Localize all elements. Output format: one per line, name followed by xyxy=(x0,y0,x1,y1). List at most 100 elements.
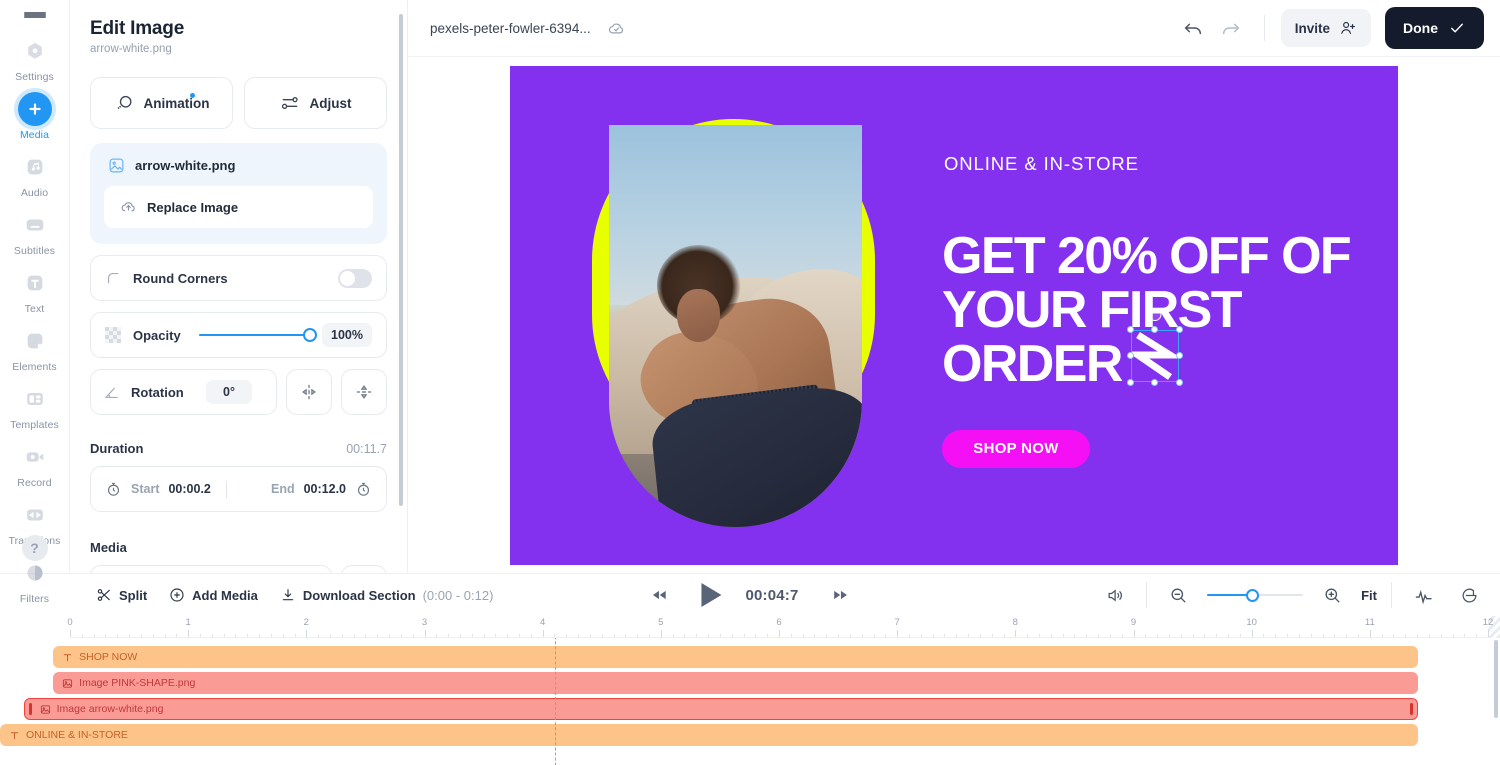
zoom-in-button[interactable] xyxy=(1315,578,1349,612)
ruler-label: 9 xyxy=(1130,617,1137,628)
waveform-button[interactable] xyxy=(1406,578,1440,612)
opacity-slider-knob[interactable] xyxy=(303,328,318,342)
duration-range-box: Start 00:00.2 End 00:12.0 xyxy=(90,466,387,512)
playhead[interactable] xyxy=(555,638,557,765)
animation-button[interactable]: Animation xyxy=(90,77,233,129)
ruler-minor-tick xyxy=(519,633,521,637)
ruler-minor-tick xyxy=(247,633,249,637)
play-button[interactable] xyxy=(701,583,722,607)
transitions-icon xyxy=(18,498,52,532)
timer-end-icon xyxy=(357,482,370,496)
ruler-minor-tick xyxy=(908,633,910,637)
rotation-value[interactable]: 0° xyxy=(206,380,252,404)
adjust-button[interactable]: Adjust xyxy=(244,77,387,129)
opacity-slider[interactable] xyxy=(198,328,318,342)
sidebar-item-settings[interactable]: Settings xyxy=(0,34,70,83)
done-button[interactable]: Done xyxy=(1385,7,1484,49)
resize-handle-s[interactable] xyxy=(1151,379,1158,386)
zoom-out-button[interactable] xyxy=(1161,578,1195,612)
skip-back-button[interactable] xyxy=(643,578,677,612)
opacity-value[interactable]: 100% xyxy=(322,323,372,347)
clip-handle-right[interactable] xyxy=(1409,703,1413,715)
rotate-handle[interactable] xyxy=(1148,308,1162,321)
timeline-clip[interactable]: SHOP NOW xyxy=(53,646,1418,668)
ruler-minor-tick xyxy=(270,633,272,637)
add-media-button[interactable]: Add Media xyxy=(169,587,258,603)
timeline-ruler[interactable]: 0 1 2 3 4 5 6 7 8 9 10 11 12 xyxy=(67,616,1500,638)
ruler-minor-tick xyxy=(1393,633,1395,637)
ruler-minor-tick xyxy=(1086,633,1088,637)
download-section-button[interactable]: Download Section (0:00 - 0:12) xyxy=(280,587,493,603)
ruler-minor-tick xyxy=(755,633,757,637)
mode-buttons: Animation Adjust xyxy=(90,77,387,129)
sidebar-item-record[interactable]: Record xyxy=(0,440,70,489)
end-value[interactable]: 00:12.0 xyxy=(304,482,346,496)
timeline-tracks[interactable]: SHOP NOW Image PINK-SHAPE.png Image arrow-… xyxy=(0,638,1500,765)
flip-horizontal-button[interactable] xyxy=(286,369,332,415)
ruler-minor-tick xyxy=(1145,633,1147,637)
split-button[interactable]: Split xyxy=(96,587,147,603)
sidebar-item-media[interactable]: Media xyxy=(0,92,70,141)
media-filename: arrow-white.png xyxy=(135,158,236,173)
ruler-minor-tick xyxy=(613,633,615,637)
start-value[interactable]: 00:00.2 xyxy=(168,482,210,496)
model-photo[interactable] xyxy=(609,124,862,527)
invite-button[interactable]: Invite xyxy=(1280,9,1371,47)
resize-handle-n[interactable] xyxy=(1151,326,1158,333)
clip-label: Image arrow-white.png xyxy=(56,703,164,715)
kicker-text[interactable]: ONLINE & IN-STORE xyxy=(944,153,1139,175)
timeline-scrollbar[interactable] xyxy=(1494,640,1498,718)
artboard[interactable]: ONLINE & IN-STORE GET 20% OFF OF YOUR FI… xyxy=(510,65,1398,565)
zoom-slider[interactable] xyxy=(1207,588,1304,602)
skip-forward-button[interactable] xyxy=(823,578,857,612)
sidebar-item-audio[interactable]: Audio xyxy=(0,150,70,199)
upload-cloud-icon xyxy=(121,201,135,212)
ruler-minor-tick xyxy=(1428,633,1430,637)
ruler-minor-tick xyxy=(1346,633,1348,637)
canvas-stage[interactable]: ONLINE & IN-STORE GET 20% OFF OF YOUR FI… xyxy=(408,57,1500,573)
resize-handle-w[interactable] xyxy=(1127,352,1134,359)
resize-handle-sw[interactable] xyxy=(1127,379,1134,386)
timeline-clip[interactable]: ONLINE & IN-STORE xyxy=(0,724,1418,746)
media-filename-row: arrow-white.png xyxy=(104,157,373,174)
resize-handle-nw[interactable] xyxy=(1127,326,1134,333)
comment-button[interactable] xyxy=(1452,578,1486,612)
flip-vertical-button[interactable] xyxy=(341,369,387,415)
sidebar-item-elements[interactable]: Elements xyxy=(0,324,70,373)
cloud-check-icon xyxy=(607,19,626,38)
panel-scrollbar[interactable] xyxy=(399,14,403,506)
round-corners-toggle[interactable] xyxy=(338,268,372,288)
timeline-clip[interactable]: Image arrow-white.png xyxy=(23,698,1418,720)
ruler-minor-tick xyxy=(117,633,119,637)
animation-badge-dot xyxy=(190,93,195,98)
selection-overlay xyxy=(1127,308,1183,386)
round-corners-row[interactable]: Round Corners xyxy=(90,255,387,301)
resize-handle-ne[interactable] xyxy=(1176,326,1183,333)
sidebar-item-templates[interactable]: Templates xyxy=(0,382,70,431)
resize-handle-e[interactable] xyxy=(1176,352,1183,359)
document-title[interactable]: pexels-peter-fowler-6394... xyxy=(430,21,591,36)
help-icon[interactable]: ? xyxy=(21,535,48,561)
add-media-label: Add Media xyxy=(192,587,258,603)
replace-image-button[interactable]: Replace Image xyxy=(104,186,373,228)
ruler-label: 6 xyxy=(776,617,782,628)
text-t-icon xyxy=(18,266,52,300)
undo-button[interactable] xyxy=(1176,11,1210,45)
ruler-minor-tick xyxy=(637,633,639,637)
resize-handle-se[interactable] xyxy=(1176,379,1183,386)
timeline-toolbar: Split Add Media Download Section (0:00 -… xyxy=(0,574,1500,616)
hamburger-icon[interactable] xyxy=(23,12,46,18)
shop-now-cta[interactable]: SHOP NOW xyxy=(942,429,1090,468)
fit-button[interactable]: Fit xyxy=(1361,588,1377,603)
volume-button[interactable] xyxy=(1098,578,1132,612)
animation-icon xyxy=(117,95,131,110)
rail-items: Settings Media Audio Subtitles Text Elem… xyxy=(0,34,70,614)
ruler-tick xyxy=(779,630,780,637)
sidebar-item-subtitles[interactable]: Subtitles xyxy=(0,208,70,257)
timeline-clip[interactable]: Image PINK-SHAPE.png xyxy=(53,672,1418,694)
sidebar-item-text[interactable]: Text xyxy=(0,266,70,315)
clip-handle-left[interactable] xyxy=(28,703,32,715)
image-icon xyxy=(40,704,51,715)
zoom-slider-knob[interactable] xyxy=(1246,588,1260,602)
redo-button[interactable] xyxy=(1214,11,1248,45)
